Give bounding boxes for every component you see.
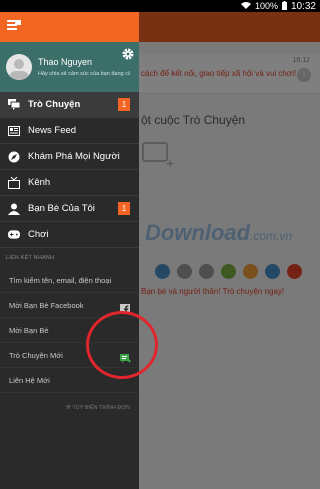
navigation-drawer: Thao Nguyen Hãy chia sẻ cảm xúc của bạn … [0, 12, 139, 489]
status-bar: 100% 10:32 [0, 0, 320, 12]
menu-item-label: Chơi [28, 229, 49, 240]
facebook-icon [120, 301, 130, 314]
menu-item-discover-people[interactable]: Khám Phá Mọi Người [0, 144, 139, 169]
channel-icon [8, 176, 20, 189]
gamepad-icon [8, 229, 20, 241]
quick-links-title: LIÊN KẾT NHANH [6, 255, 55, 261]
friends-count-badge: 1 [118, 202, 130, 215]
chat-count-badge: 1 [118, 98, 130, 111]
menu-item-news-feed[interactable]: News Feed [0, 118, 139, 143]
menu-item-label: Bạn Bè Của Tôi [28, 203, 95, 214]
menu-toggle-icon[interactable] [7, 20, 21, 32]
clock: 10:32 [290, 0, 316, 12]
chat-icon [8, 99, 20, 111]
quick-link-search[interactable]: Tìm kiếm tên, email, điện thoại [0, 268, 139, 293]
profile-name: Thao Nguyen [38, 57, 93, 67]
customize-menu-link[interactable]: ⚒ TÙY BIẾN TRÌNH ĐƠN [0, 405, 139, 411]
menu-item-label: Khám Phá Mọi Người [28, 151, 120, 162]
quick-link-label: Mời Bạn Bè [9, 325, 49, 335]
person-icon [8, 203, 20, 215]
newsfeed-icon [8, 125, 20, 137]
quick-link-label: Trò Chuyện Mới [9, 350, 63, 360]
battery-icon [281, 0, 287, 12]
quick-link-label: Liên Hệ Mới [9, 375, 50, 385]
highlight-circle [86, 311, 158, 379]
menu-item-chat[interactable]: Trò Chuyện 1 [0, 92, 139, 117]
wifi-icon [240, 1, 251, 11]
quick-link-label: Tìm kiếm tên, email, điện thoại [9, 275, 112, 285]
battery-label: 100% [254, 1, 278, 11]
menu-item-games[interactable]: Chơi [0, 222, 139, 247]
profile-status: Hãy chia sẻ cảm xúc của bạn đang cảm... [38, 71, 130, 77]
compass-icon [8, 151, 20, 163]
menu-item-label: Trò Chuyện [28, 99, 81, 110]
menu-item-channels[interactable]: Kênh [0, 170, 139, 195]
quick-link-label: Mời Bạn Bè Facebook [9, 300, 84, 310]
menu-item-my-friends[interactable]: Bạn Bè Của Tôi 1 [0, 196, 139, 221]
profile-card[interactable]: Thao Nguyen Hãy chia sẻ cảm xúc của bạn … [0, 42, 139, 92]
gear-icon[interactable] [121, 47, 135, 61]
wrench-icon: ⚒ [65, 405, 71, 411]
drawer-header-bar [0, 12, 139, 42]
avatar[interactable] [6, 54, 32, 80]
menu-item-label: Kênh [28, 177, 51, 188]
menu-item-label: News Feed [28, 125, 77, 136]
